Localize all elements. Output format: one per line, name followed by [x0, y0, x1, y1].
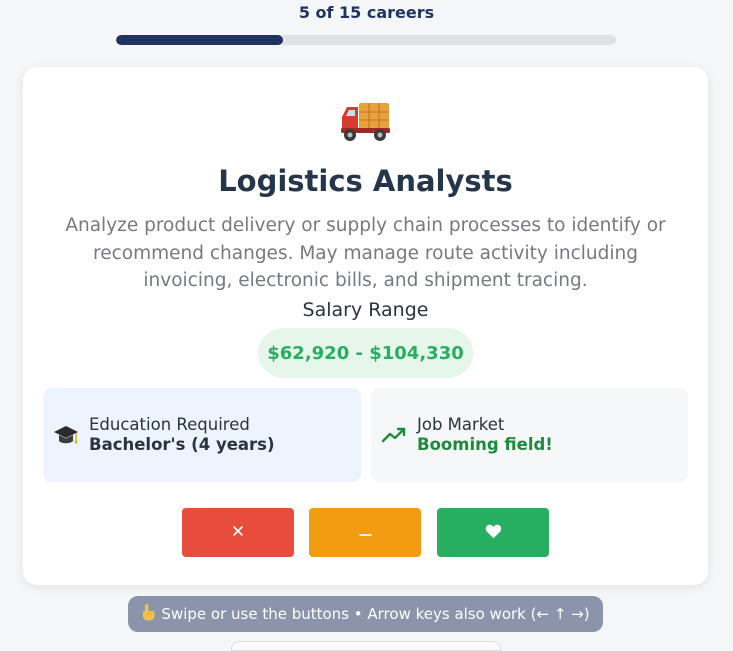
hint-text: Swipe or use the buttons • Arrow keys al…: [161, 605, 590, 623]
career-description: Analyze product delivery or supply chain…: [65, 215, 666, 291]
next-card-preview: [231, 641, 501, 651]
graduation-cap-icon: [43, 423, 89, 447]
education-value: Bachelor's (4 years): [89, 435, 275, 454]
progress-label: 5 of 15 careers: [298, 3, 435, 22]
swipe-hint: Swipe or use the buttons • Arrow keys al…: [128, 596, 603, 632]
close-icon: [232, 525, 244, 540]
like-button[interactable]: [437, 508, 549, 557]
maybe-button[interactable]: [309, 508, 421, 557]
trending-up-icon: [371, 426, 417, 444]
progress-bar-fill: [116, 35, 283, 45]
job-market-label: Job Market: [417, 415, 505, 434]
job-market-value: Booming field!: [417, 435, 553, 454]
education-info-box: Education Required Bachelor's (4 years): [43, 388, 361, 482]
education-label: Education Required: [89, 415, 250, 434]
pointing-hand-icon: [141, 603, 155, 625]
heart-icon: [485, 524, 502, 542]
career-card[interactable]: Logistics Analysts Analyze product deliv…: [23, 67, 708, 585]
reject-button[interactable]: [182, 508, 294, 557]
progress-bar: [116, 35, 616, 45]
delivery-truck-icon: [23, 97, 708, 143]
career-title: Logistics Analysts: [218, 164, 513, 198]
salary-range-badge: $62,920 - $104,330: [258, 328, 473, 378]
job-market-info-box: Job Market Booming field!: [371, 388, 688, 482]
minus-icon: [359, 525, 372, 540]
salary-label: Salary Range: [302, 299, 429, 321]
